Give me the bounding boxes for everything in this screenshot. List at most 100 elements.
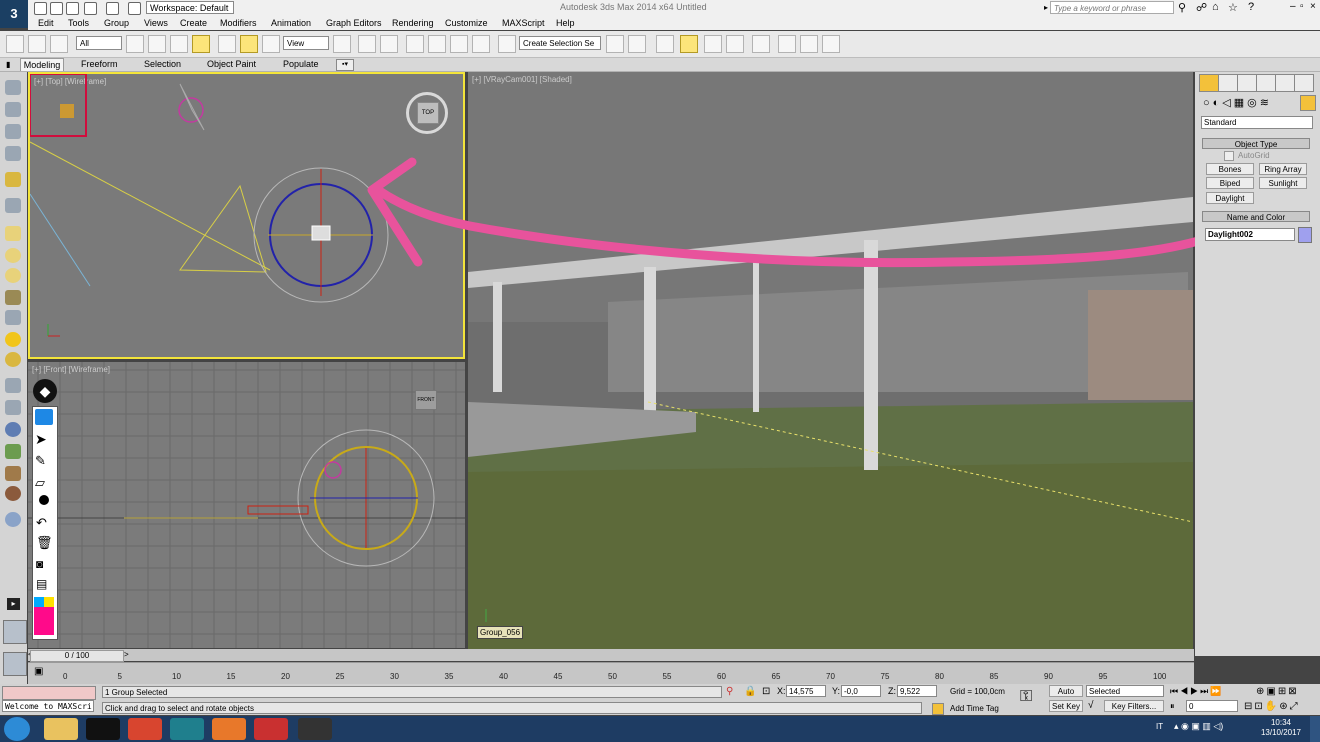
undo-icon[interactable] [84, 2, 97, 15]
sketchup-icon[interactable] [254, 718, 288, 740]
eraser-icon[interactable]: ▱ [35, 475, 45, 491]
redo-icon[interactable] [106, 2, 119, 15]
select-manipulate-icon[interactable] [358, 35, 376, 53]
tab-selection[interactable]: Selection [144, 59, 181, 69]
open-file-icon[interactable] [50, 2, 63, 15]
app-logo-button[interactable]: 3 [0, 0, 28, 28]
named-selection-dropdown[interactable]: Create Selection Se [519, 36, 601, 50]
language-indicator[interactable]: IT [1156, 722, 1163, 731]
undo-stroke-icon[interactable]: ↶ [36, 515, 47, 531]
select-move-icon[interactable] [218, 35, 236, 53]
favorites-icon[interactable]: ☆ [1228, 1, 1238, 14]
motion-tab-icon[interactable] [1256, 74, 1276, 92]
object-color-swatch[interactable] [1298, 227, 1312, 243]
menu-tools[interactable]: Tools [68, 18, 89, 28]
new-file-icon[interactable] [34, 2, 47, 15]
chrome-icon[interactable] [128, 718, 162, 740]
menu-modifiers[interactable]: Modifiers [220, 18, 257, 28]
render-setup-icon[interactable] [778, 35, 796, 53]
menu-rendering[interactable]: Rendering [392, 18, 434, 28]
time-slider-value[interactable]: 0 / 100 [30, 650, 124, 662]
unlink-icon[interactable] [28, 35, 46, 53]
viewport-layout-icon[interactable] [3, 652, 27, 676]
tab-object-paint[interactable]: Object Paint [207, 59, 256, 69]
trash-icon[interactable]: 🗑 [36, 535, 53, 551]
viewport-camera-label[interactable]: [+] [VRayCam001] [Shaded] [472, 75, 572, 84]
window-crossing-icon[interactable] [192, 35, 210, 53]
maxscript-mini-listener[interactable]: Welcome to MAXScri [2, 700, 94, 712]
system-tray-icons[interactable]: ▴ ◉ ▣ ▥ ◁) [1174, 721, 1223, 732]
viewcube-front[interactable]: FRONT [415, 390, 437, 410]
show-desktop-button[interactable] [1310, 716, 1320, 742]
viewport-nav-controls-2[interactable]: ⊟⊡✋⊛⤢ [1244, 701, 1300, 712]
menu-animation[interactable]: Animation [271, 18, 311, 28]
menu-graph-editors[interactable]: Graph Editors [326, 18, 382, 28]
time-next-icon[interactable]: > [124, 650, 129, 659]
windows-start-icon[interactable] [4, 717, 30, 741]
time-slider[interactable] [28, 649, 1194, 661]
cursor-icon[interactable]: ➤ [35, 431, 47, 448]
select-scale-icon[interactable] [262, 35, 280, 53]
auto-key-button[interactable]: Auto Key [1049, 685, 1083, 708]
cylinder-icon[interactable] [5, 290, 21, 305]
curve-editor-icon[interactable] [704, 35, 722, 53]
tab-freeform[interactable]: Freeform [81, 59, 118, 69]
graphite-toggle-icon[interactable] [680, 35, 698, 53]
help-icon[interactable]: ? [1248, 1, 1254, 13]
angle-snap-icon[interactable] [428, 35, 446, 53]
key-mode-toggle-icon[interactable]: ⏸ [1170, 701, 1175, 712]
selection-filter-dropdown[interactable]: All [76, 36, 122, 50]
communication-icon[interactable]: ⌂ [1212, 1, 1219, 13]
z-coordinate-field[interactable]: 9,522 [897, 685, 937, 697]
maxscript-listener-result[interactable] [2, 686, 96, 700]
3ds-max-icon[interactable] [170, 718, 204, 740]
autogrid-checkbox[interactable] [1224, 151, 1234, 161]
restore-icon[interactable]: ▫ [1300, 1, 1304, 12]
helpers-icon[interactable] [5, 400, 21, 415]
systems-category-icon[interactable] [1300, 95, 1316, 111]
schematic-view-icon[interactable] [726, 35, 744, 53]
rock-icon[interactable] [5, 466, 21, 481]
add-time-tag[interactable]: Add Time Tag [950, 704, 999, 713]
key-tangent-icon[interactable]: √ [1088, 700, 1094, 711]
biped-button[interactable]: Biped [1206, 177, 1254, 189]
modify-tab-icon[interactable] [1218, 74, 1238, 92]
menu-customize[interactable]: Customize [445, 18, 488, 28]
color-magenta-icon[interactable] [34, 607, 54, 635]
set-key-button[interactable]: Set Key [1049, 700, 1083, 712]
planet-icon[interactable] [5, 486, 21, 501]
subdivision-icon[interactable] [5, 172, 21, 187]
object-name-field[interactable]: Daylight002 [1205, 228, 1295, 241]
menu-views[interactable]: Views [144, 18, 168, 28]
menu-create[interactable]: Create [180, 18, 207, 28]
viewport-camera[interactable]: [+] [VRayCam001] [Shaded] Group_056 [468, 72, 1193, 649]
menu-maxscript[interactable]: MAXScript [502, 18, 545, 28]
bind-spacewarp-icon[interactable] [50, 35, 68, 53]
search-arrow-icon[interactable]: ▸ [1044, 3, 1048, 12]
pivot-center-icon[interactable] [333, 35, 351, 53]
display-tab-icon[interactable] [1275, 74, 1295, 92]
cone-icon[interactable] [5, 310, 21, 325]
polygon-modeling-icon[interactable] [5, 80, 21, 95]
key-mode-dropdown[interactable]: Selected [1086, 685, 1164, 697]
bones-button[interactable]: Bones [1206, 163, 1254, 175]
workspace-dropdown[interactable]: Workspace: Default [146, 1, 234, 14]
select-rotate-icon[interactable] [240, 35, 258, 53]
hierarchy-tab-icon[interactable] [1237, 74, 1257, 92]
pencil-icon[interactable]: ✎ [35, 453, 46, 469]
current-frame-field[interactable]: 0 [1186, 700, 1238, 712]
percent-snap-icon[interactable] [450, 35, 468, 53]
rendered-frame-icon[interactable] [800, 35, 818, 53]
color-cyan-icon[interactable] [34, 597, 44, 607]
category-dropdown[interactable]: Standard [1201, 116, 1313, 129]
modify-selection-icon[interactable] [5, 102, 21, 117]
viewport-front-label[interactable]: [+] [Front] [Wireframe] [32, 365, 110, 374]
material-editor-icon[interactable] [752, 35, 770, 53]
isolate-selection-icon[interactable]: ⚲ [726, 686, 733, 697]
tab-modeling[interactable]: Modeling [20, 58, 64, 71]
viewcube-top[interactable]: TOP [417, 102, 439, 124]
firefox-icon[interactable] [212, 718, 246, 740]
maximize-viewport-icon[interactable] [3, 620, 27, 644]
sun-light-icon[interactable] [5, 332, 21, 347]
tab-populate[interactable]: Populate [283, 59, 319, 69]
